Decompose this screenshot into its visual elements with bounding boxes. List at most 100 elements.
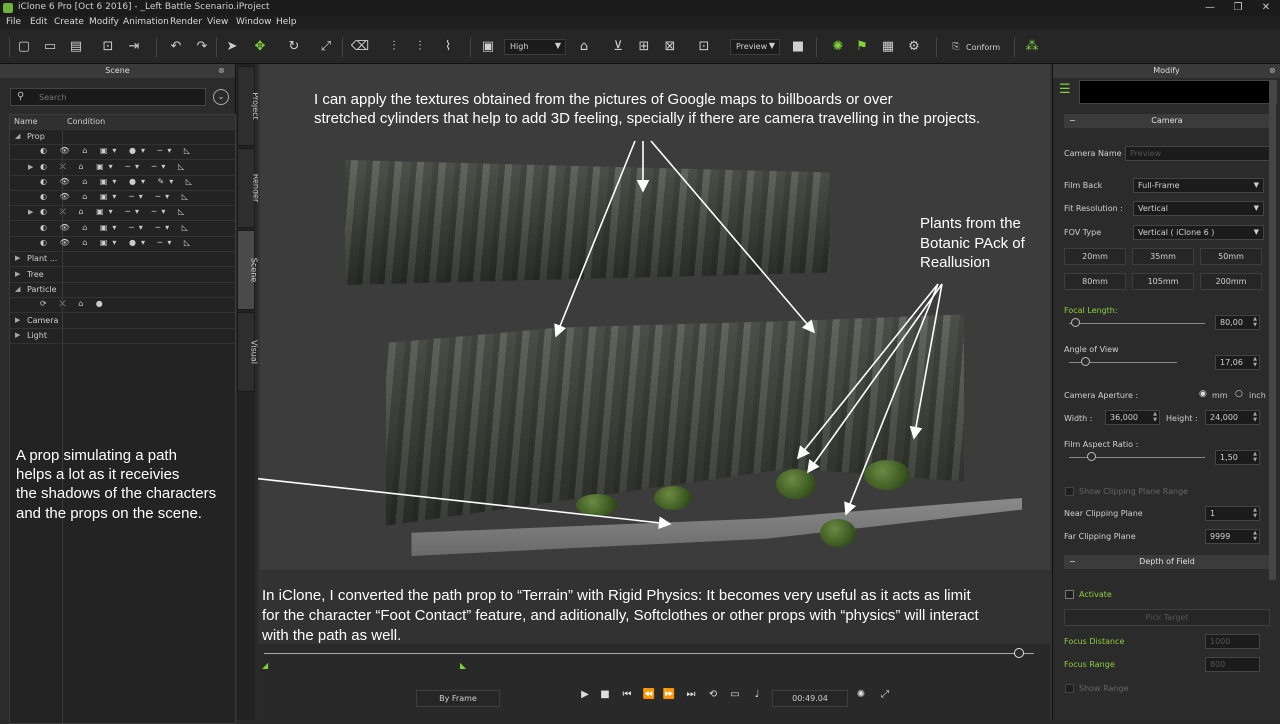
focal-length-slider[interactable] <box>1069 323 1205 324</box>
select-arrow-icon[interactable]: ➤ <box>222 37 242 57</box>
section-camera[interactable]: − Camera <box>1064 114 1270 128</box>
show-clipping-checkbox[interactable] <box>1065 487 1074 496</box>
tree-row[interactable]: ⟳ ⤫ ⌂ ● <box>10 298 235 313</box>
height-input[interactable]: 24,000 ▲ ▼ <box>1205 410 1260 425</box>
panel-close-icon[interactable]: ⊗ <box>218 66 225 75</box>
rotate-icon[interactable]: ↻ <box>284 37 304 57</box>
audio-icon[interactable]: ♩ <box>748 687 766 703</box>
lens-105mm-button[interactable]: 105mm <box>1132 273 1194 290</box>
subtitle-icon[interactable]: ▭ <box>726 687 744 703</box>
save-icon[interactable]: ▤ <box>66 37 86 57</box>
radio-mm-icon[interactable]: ◉ <box>1199 389 1207 399</box>
particles-icon[interactable]: ⁂ <box>1022 37 1042 57</box>
filter-dropdown-icon[interactable]: ⌄ <box>213 89 229 105</box>
new-project-icon[interactable]: ▢ <box>14 37 34 57</box>
pick-target-button[interactable]: Pick Target <box>1064 609 1270 626</box>
scene-search[interactable]: ⚲ Search <box>10 88 206 106</box>
export-icon[interactable]: ⇥ <box>124 37 144 57</box>
move-icon[interactable]: ✥ <box>250 37 270 57</box>
tab-scene[interactable]: Scene <box>237 230 259 310</box>
undo-icon[interactable]: ↶ <box>166 37 186 57</box>
tree-group-particle[interactable]: ◢ Particle <box>10 283 235 298</box>
tree-group-camera[interactable]: ▶ Camera <box>10 314 235 329</box>
tree-group-tree[interactable]: ▶ Tree <box>10 268 235 283</box>
tree-row[interactable]: ◐ 👁 ⌂ ▣▾ ●▾ ─▾ ◺ <box>10 145 235 160</box>
prev-frame-icon[interactable]: ⏪ <box>640 687 658 703</box>
scale-icon[interactable]: ⤢ <box>316 37 336 57</box>
camera-preview-dropdown[interactable]: Preview ▼ <box>730 39 780 55</box>
frame-icon[interactable]: ⊡ <box>694 37 714 57</box>
clipboard-icon[interactable]: ▦ <box>878 37 898 57</box>
tree-group-prop[interactable]: ◢ Prop <box>10 130 235 145</box>
motion-path-icon[interactable]: ✺ <box>828 37 848 57</box>
timeline-knob[interactable] <box>1014 648 1024 658</box>
lens-35mm-button[interactable]: 35mm <box>1132 248 1194 265</box>
tab-visual[interactable]: Visual <box>237 312 258 392</box>
modify-scrollbar[interactable] <box>1269 80 1276 580</box>
focal-length-knob[interactable] <box>1071 318 1080 327</box>
view-cube-icon[interactable]: ⊠ <box>660 37 680 57</box>
next-frame-icon[interactable]: ⏩ <box>660 687 678 703</box>
open-folder-icon[interactable]: ▭ <box>40 37 60 57</box>
tree-row[interactable]: ▶ ◐ ⤫ ⌂ ▣▾ ─▾ ─▾ ◺ <box>10 206 235 221</box>
fullscreen-icon[interactable]: ⤢ <box>876 687 894 703</box>
3d-viewport[interactable]: I can apply the textures obtained from t… <box>258 64 1052 720</box>
loop-icon[interactable]: ⟲ <box>704 687 722 703</box>
film-aspect-knob[interactable] <box>1087 452 1096 461</box>
tree-row[interactable]: ◐ 👁 ⌂ ▣▾ ●▾ ─▾ ◺ <box>10 237 235 252</box>
close-button[interactable]: ✕ <box>1252 0 1280 16</box>
lens-80mm-button[interactable]: 80mm <box>1064 273 1126 290</box>
flag-icon[interactable]: ⚑ <box>852 37 872 57</box>
tree-row[interactable]: ▶ ◐ ⤫ ⌂ ▣▾ ─▾ ─▾ ◺ <box>10 161 235 176</box>
menu-edit[interactable]: Edit <box>30 17 47 27</box>
section-depth-of-field[interactable]: − Depth of Field <box>1064 555 1270 569</box>
menu-file[interactable]: File <box>6 17 21 27</box>
maximize-button[interactable]: ❐ <box>1224 0 1252 16</box>
film-aspect-input[interactable]: 1,50 ▲ ▼ <box>1215 450 1260 465</box>
far-clip-input[interactable]: 9999 ▲ ▼ <box>1205 529 1260 544</box>
menu-view[interactable]: View <box>207 17 228 27</box>
import-icon[interactable]: ⊡ <box>98 37 118 57</box>
menu-modify[interactable]: Modify <box>89 17 119 27</box>
near-clip-input[interactable]: 1 ▲ ▼ <box>1205 506 1260 521</box>
play-icon[interactable]: ▶ <box>576 687 594 703</box>
menu-window[interactable]: Window <box>236 17 272 27</box>
focus-range-input[interactable]: 800 <box>1205 657 1260 672</box>
go-end-icon[interactable]: ⏭ <box>682 687 700 703</box>
settings-sun-icon[interactable]: ✺ <box>852 687 870 703</box>
camera-icon[interactable]: ■ <box>788 37 808 57</box>
film-back-dropdown[interactable]: Full-Frame ▼ <box>1133 178 1264 193</box>
angle-of-view-input[interactable]: 17,06 ▲ ▼ <box>1215 355 1260 370</box>
tree-row[interactable]: ◐ 👁 ⌂ ▣▾ ─▾ ─▾ ◺ <box>10 222 235 237</box>
align-icon[interactable]: ⫶ <box>384 37 404 57</box>
eraser-icon[interactable]: ⌫ <box>350 37 370 57</box>
minimize-button[interactable]: — <box>1196 0 1224 16</box>
focus-distance-input[interactable]: 1000 <box>1205 634 1260 649</box>
fit-resolution-dropdown[interactable]: Vertical ▼ <box>1133 201 1264 216</box>
distribute-icon[interactable]: ⫶ <box>410 37 430 57</box>
go-start-icon[interactable]: ⏮ <box>618 687 636 703</box>
zoom-extent-icon[interactable]: ⊞ <box>634 37 654 57</box>
redo-icon[interactable]: ↷ <box>192 37 212 57</box>
link-icon[interactable]: ⌇ <box>438 37 458 57</box>
dof-activate-checkbox[interactable] <box>1065 590 1074 599</box>
home-icon[interactable]: ⌂ <box>574 37 594 57</box>
fit-down-icon[interactable]: ⊻ <box>608 37 628 57</box>
range-end-marker-icon[interactable]: ◣ <box>460 661 466 670</box>
tree-row[interactable]: ◐ 👁 ⌂ ▣▾ ●▾ ✎▾ ◺ <box>10 176 235 191</box>
tree-group-light[interactable]: ▶ Light <box>10 329 235 344</box>
modify-sliders-icon[interactable]: ☰ <box>1059 82 1071 97</box>
tree-row[interactable]: ◐ 👁 ⌂ ▣▾ ─▾ ─▾ ◺ <box>10 191 235 206</box>
menu-animation[interactable]: Animation <box>123 17 169 27</box>
time-display[interactable]: 00:49.04 <box>772 690 848 707</box>
tab-render[interactable]: Render <box>237 148 261 228</box>
quality-dropdown[interactable]: High ▼ <box>504 39 566 55</box>
lens-200mm-button[interactable]: 200mm <box>1200 273 1262 290</box>
menu-render[interactable]: Render <box>170 17 202 27</box>
conform-icon[interactable]: ⎘ <box>946 37 966 57</box>
stop-icon[interactable]: ■ <box>596 687 614 703</box>
range-start-marker-icon[interactable]: ◢ <box>262 661 268 670</box>
timeline-track[interactable] <box>264 653 1034 654</box>
panel-close-icon[interactable]: ⊗ <box>1269 66 1276 75</box>
tab-project[interactable]: Project <box>237 66 260 146</box>
